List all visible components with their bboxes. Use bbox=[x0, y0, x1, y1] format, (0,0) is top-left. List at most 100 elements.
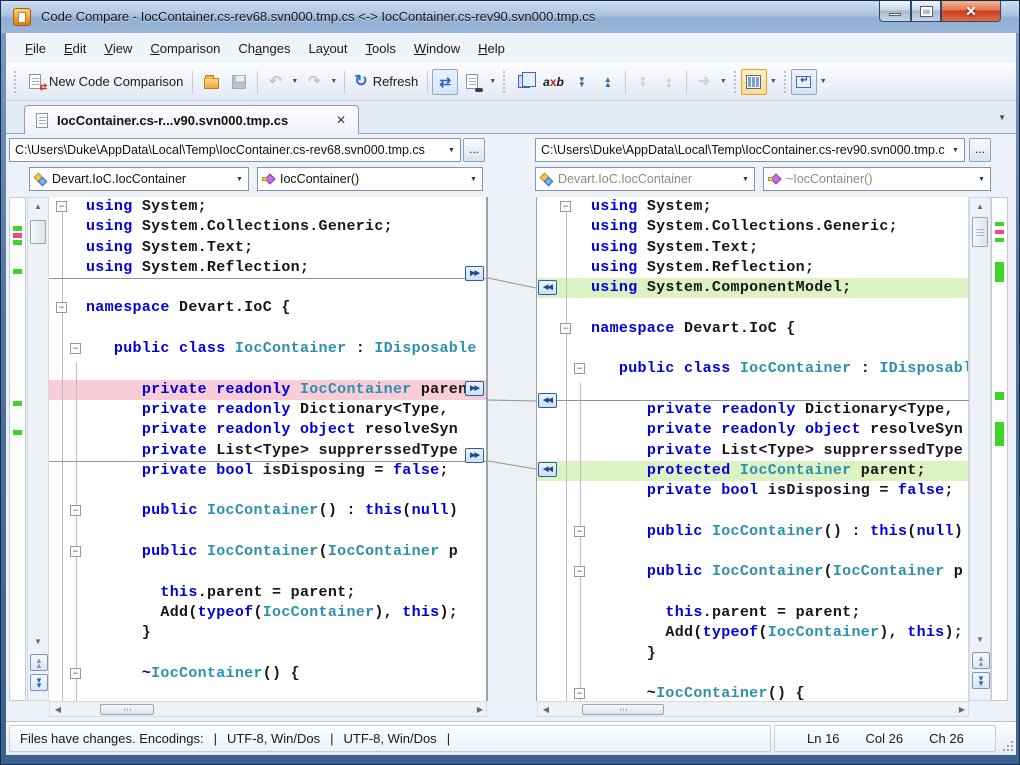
code-line[interactable]: private readonly Dictionary<Type, bbox=[537, 400, 968, 420]
merge-left-button[interactable]: ◀◀ bbox=[538, 280, 557, 295]
right-class-dropdown-icon[interactable]: ▼ bbox=[737, 176, 754, 183]
scroll-left-icon[interactable]: ◀ bbox=[538, 703, 554, 717]
redo-dropdown[interactable]: ▼ bbox=[327, 78, 340, 85]
code-line[interactable]: using System.Reflection; bbox=[537, 258, 968, 278]
resize-grip[interactable] bbox=[1001, 739, 1013, 751]
code-line[interactable]: Add(typeof(IocContainer), this); bbox=[537, 623, 968, 643]
fold-collapse-icon[interactable]: − bbox=[70, 505, 81, 516]
right-prev-change-scroll-button[interactable]: ▲▲ bbox=[972, 652, 990, 669]
toolbar-grip[interactable] bbox=[783, 71, 788, 93]
fold-collapse-icon[interactable]: − bbox=[574, 363, 585, 374]
copy-change-dropdown[interactable]: ▼ bbox=[717, 78, 730, 85]
code-line[interactable]: −namespace Devart.IoC { bbox=[537, 319, 968, 339]
scroll-right-icon[interactable]: ▶ bbox=[954, 703, 970, 717]
merge-right-button[interactable]: ▶▶ bbox=[465, 381, 484, 396]
merge-right-button[interactable]: ▶▶ bbox=[465, 448, 484, 463]
merge-left-button[interactable]: ◀◀ bbox=[538, 393, 557, 408]
left-member-combobox[interactable]: IocContainer() ▼ bbox=[257, 167, 483, 191]
code-line[interactable]: using System.Collections.Generic; bbox=[537, 217, 968, 237]
left-class-combobox[interactable]: Devart.IoC.IocContainer ▼ bbox=[29, 167, 249, 191]
scroll-left-icon[interactable]: ◀ bbox=[50, 703, 66, 717]
right-vertical-scrollbar[interactable]: ▲ ▼ ▲▲ ▼▼ bbox=[969, 197, 991, 701]
tab-ioccontainer[interactable]: IocContainer.cs-r...v90.svn000.tmp.cs ✕ bbox=[24, 105, 359, 134]
code-line[interactable] bbox=[49, 319, 486, 339]
window-layout-button[interactable] bbox=[791, 69, 817, 95]
fold-collapse-icon[interactable]: − bbox=[574, 566, 585, 577]
left-prev-change-scroll-button[interactable]: ▲▲ bbox=[30, 654, 48, 671]
code-line[interactable] bbox=[49, 522, 486, 542]
save-button[interactable] bbox=[225, 69, 253, 95]
find-dropdown[interactable]: ▼ bbox=[486, 78, 499, 85]
left-change-map[interactable] bbox=[9, 197, 26, 701]
ignore-case-button[interactable]: axb bbox=[538, 69, 569, 95]
code-line[interactable]: −using System; bbox=[49, 197, 486, 217]
code-line[interactable]: −using System; bbox=[537, 197, 968, 217]
code-line[interactable]: private List<Type> supprerssedType bbox=[49, 441, 486, 461]
code-line[interactable]: using System.Reflection; bbox=[49, 258, 486, 278]
code-line[interactable]: using System.Collections.Generic; bbox=[49, 217, 486, 237]
code-line[interactable]: this.parent = parent; bbox=[49, 583, 486, 603]
code-line[interactable]: private readonly object resolveSyn bbox=[537, 420, 968, 440]
tab-list-dropdown[interactable]: ▼ bbox=[998, 113, 1006, 122]
left-horizontal-scrollbar[interactable]: ◀ ▶ bbox=[49, 701, 487, 717]
code-line[interactable]: private readonly Dictionary<Type, bbox=[49, 400, 486, 420]
code-line[interactable]: this.parent = parent; bbox=[537, 603, 968, 623]
right-path-input[interactable] bbox=[536, 140, 947, 160]
merge-left-button[interactable]: ◀◀ bbox=[538, 462, 557, 477]
code-line[interactable]: − ~IocContainer() { bbox=[49, 664, 486, 684]
tab-close-icon[interactable]: ✕ bbox=[334, 113, 348, 127]
code-line[interactable]: private bool isDisposing = false; bbox=[49, 461, 486, 481]
menu-window[interactable]: Window bbox=[405, 37, 469, 60]
left-code-editor[interactable]: −using System;using System.Collections.G… bbox=[49, 197, 487, 701]
right-member-combobox[interactable]: ~IocContainer() ▼ bbox=[763, 167, 991, 191]
redo-button[interactable]: ↷ bbox=[301, 69, 327, 95]
right-path-combobox[interactable]: ▼ bbox=[535, 138, 965, 162]
scroll-right-icon[interactable]: ▶ bbox=[472, 703, 488, 717]
fold-collapse-icon[interactable]: − bbox=[70, 668, 81, 679]
code-line[interactable] bbox=[537, 664, 968, 684]
removed-code-line[interactable]: private readonly IocContainer parent; bbox=[49, 380, 486, 400]
left-class-dropdown-icon[interactable]: ▼ bbox=[231, 176, 248, 183]
fold-collapse-icon[interactable]: − bbox=[574, 688, 585, 699]
right-code-editor[interactable]: −using System;using System.Collections.G… bbox=[537, 197, 969, 701]
code-line[interactable] bbox=[537, 501, 968, 521]
added-code-line[interactable]: using System.ComponentModel; bbox=[537, 278, 968, 298]
code-line[interactable]: } bbox=[537, 644, 968, 664]
code-line[interactable] bbox=[537, 298, 968, 318]
left-hscroll-thumb[interactable] bbox=[100, 704, 154, 715]
maximize-button[interactable] bbox=[911, 1, 941, 22]
menu-view[interactable]: View bbox=[95, 37, 141, 60]
merge-right-button[interactable]: ▶▶ bbox=[465, 266, 484, 281]
next-conflict-button[interactable]: ▼▼ bbox=[630, 69, 656, 95]
left-browse-button[interactable]: ... bbox=[463, 138, 485, 162]
right-vscroll-thumb[interactable] bbox=[972, 217, 988, 247]
menu-layout[interactable]: Layout bbox=[299, 37, 356, 60]
right-horizontal-scrollbar[interactable]: ◀ ▶ bbox=[537, 701, 969, 717]
previous-change-button[interactable]: ▲▲ bbox=[595, 69, 621, 95]
code-line[interactable] bbox=[49, 644, 486, 664]
menu-edit[interactable]: Edit bbox=[55, 37, 95, 60]
toolbar-grip[interactable] bbox=[733, 71, 738, 93]
code-line[interactable]: − public IocContainer() : this(null) bbox=[49, 501, 486, 521]
fold-collapse-icon[interactable]: − bbox=[70, 343, 81, 354]
right-change-map[interactable] bbox=[991, 197, 1008, 701]
code-line[interactable]: Add(typeof(IocContainer), this); bbox=[49, 603, 486, 623]
right-member-dropdown-icon[interactable]: ▼ bbox=[973, 176, 990, 183]
code-line[interactable]: − public class IocContainer : IDisposabl… bbox=[537, 359, 968, 379]
right-hscroll-thumb[interactable] bbox=[582, 704, 664, 715]
left-member-dropdown-icon[interactable]: ▼ bbox=[465, 176, 482, 183]
menu-file[interactable]: File bbox=[16, 37, 55, 60]
code-line[interactable]: } bbox=[49, 623, 486, 643]
code-line[interactable]: using System.Text; bbox=[537, 238, 968, 258]
layout-dropdown[interactable]: ▼ bbox=[767, 78, 780, 85]
code-line[interactable]: − ~IocContainer() { bbox=[537, 684, 968, 701]
titlebar[interactable]: Code Compare - IocContainer.cs-rev68.svn… bbox=[1, 1, 1020, 33]
compare-files-button[interactable]: ⇄ bbox=[432, 69, 458, 95]
previous-conflict-button[interactable]: ▲▲ bbox=[656, 69, 682, 95]
menu-help[interactable]: Help bbox=[469, 37, 514, 60]
right-path-dropdown-icon[interactable]: ▼ bbox=[947, 147, 964, 154]
scroll-down-icon[interactable]: ▼ bbox=[28, 635, 48, 649]
undo-dropdown[interactable]: ▼ bbox=[288, 78, 301, 85]
scroll-down-icon[interactable]: ▼ bbox=[970, 633, 990, 647]
refresh-button[interactable]: ↻ Refresh bbox=[349, 69, 423, 95]
